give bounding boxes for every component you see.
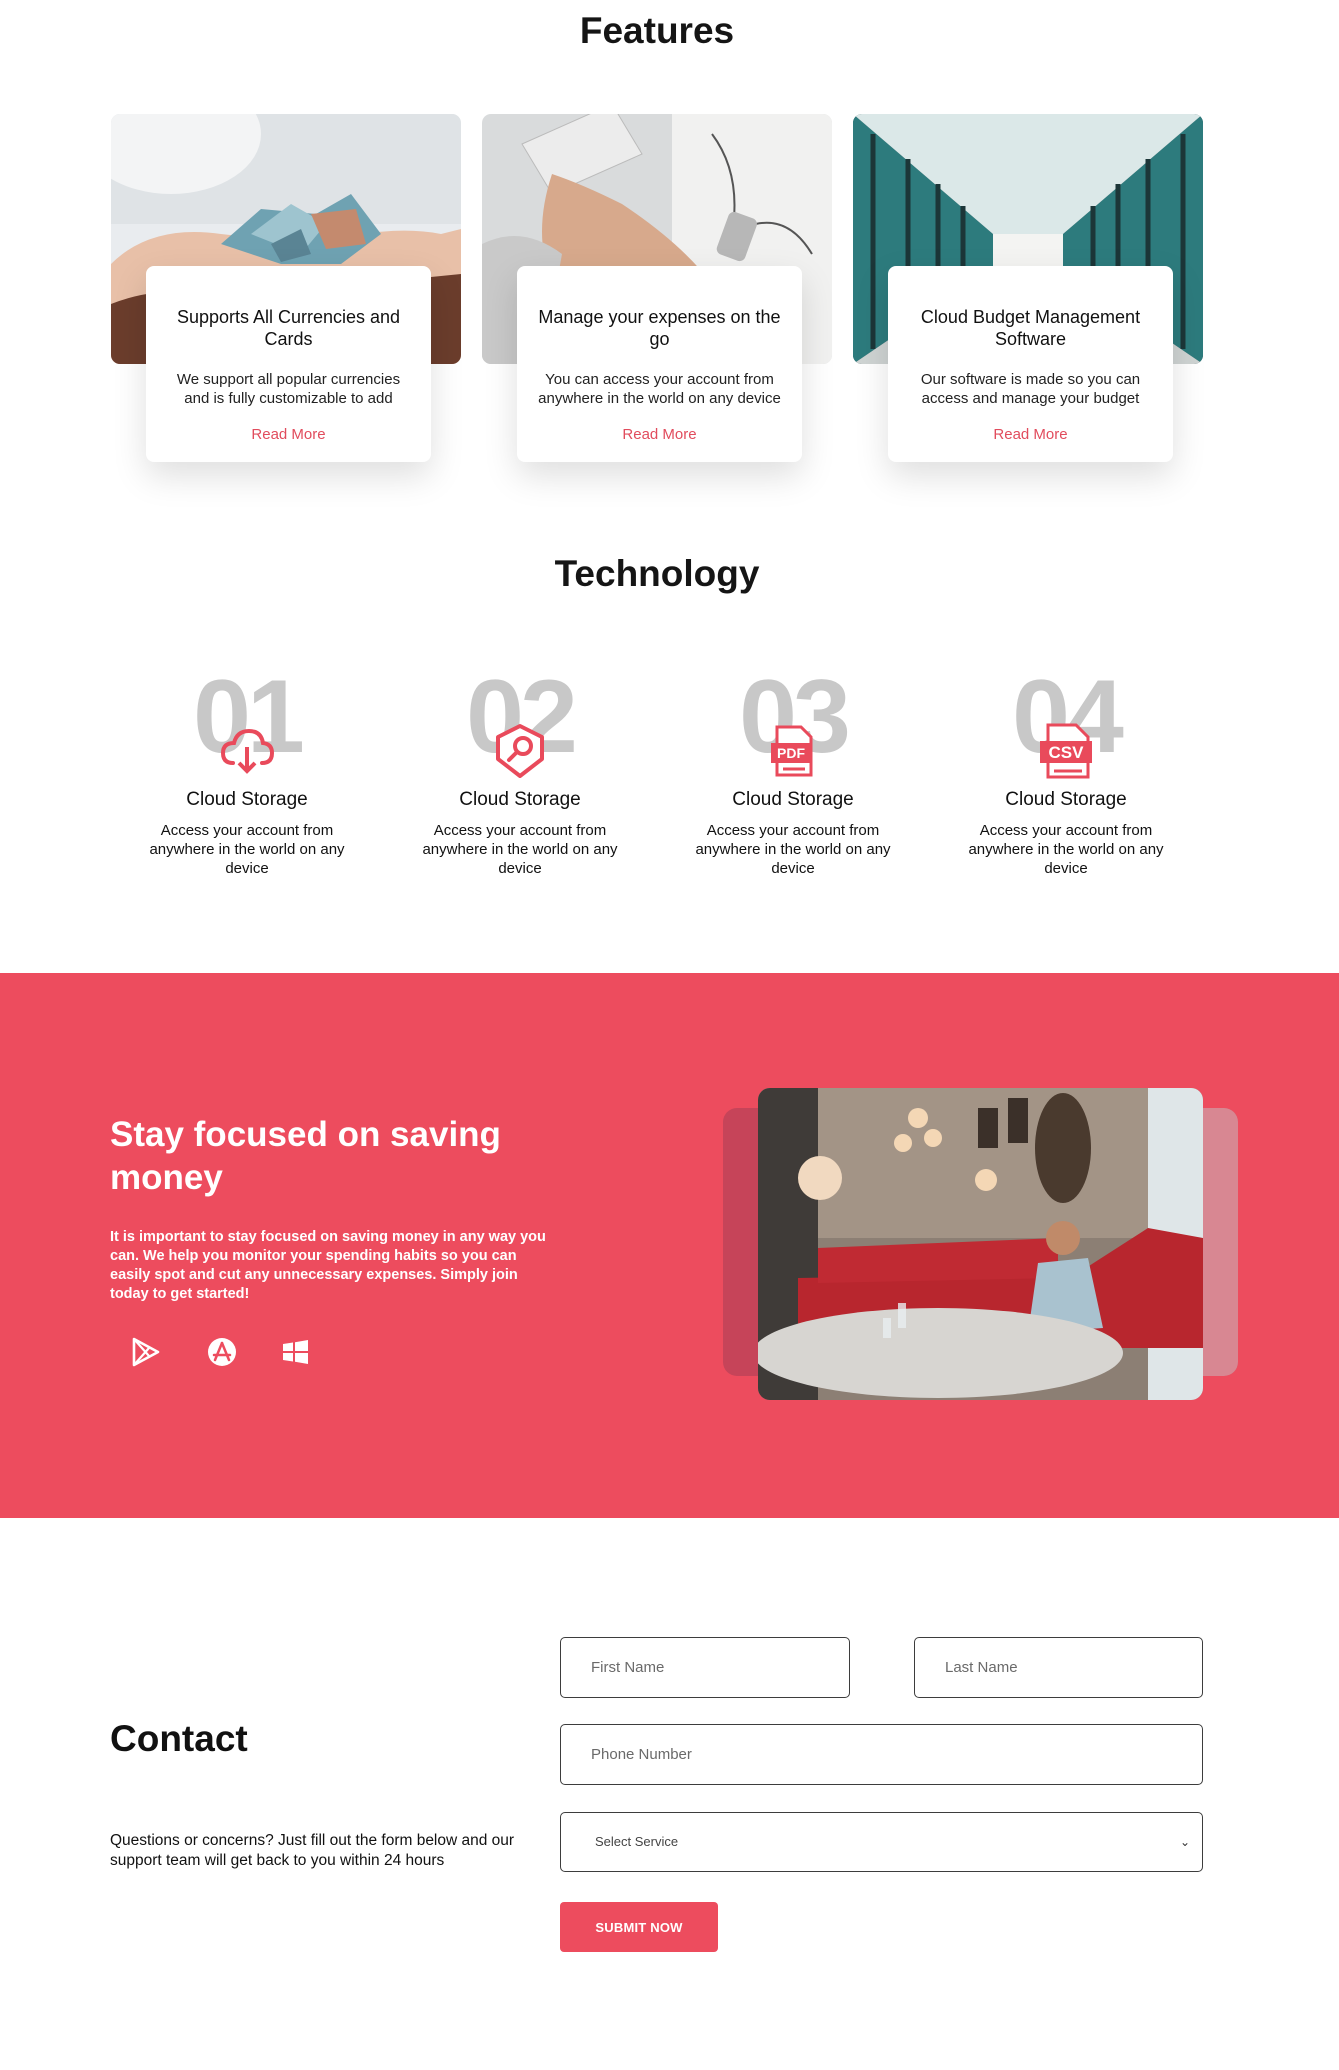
promo-section: Stay focused on saving money It is impor… <box>0 973 1339 1518</box>
first-name-field[interactable] <box>560 1637 850 1698</box>
feature-card-currencies: Supports All Currencies and Cards We sup… <box>146 266 431 462</box>
service-select-value: Select Service <box>595 1834 679 1849</box>
tech-desc: Access your account from anywhere in the… <box>149 822 345 877</box>
phone-number-field[interactable] <box>560 1724 1203 1785</box>
contact-desc: Questions or concerns? Just fill out the… <box>110 1832 515 1869</box>
tech-item-02: 02 Cloud Storage Access your account fro… <box>385 665 655 878</box>
csv-file-icon: CSV <box>1038 723 1094 779</box>
promo-title: Stay focused on saving money <box>110 1115 501 1197</box>
service-select[interactable]: Select Service ⌄ <box>560 1812 1203 1872</box>
tech-desc: Access your account from anywhere in the… <box>968 822 1164 877</box>
shield-search-icon <box>492 723 548 779</box>
feature-card-expenses: Manage your expenses on the go You can a… <box>517 266 802 462</box>
contact-title: Contact <box>110 1718 248 1759</box>
chevron-down-icon: ⌄ <box>1179 1835 1190 1849</box>
tech-desc: Access your account from anywhere in the… <box>695 822 891 877</box>
feature-card-desc: You can access your account from anywher… <box>538 371 781 407</box>
tech-title: Cloud Storage <box>1005 789 1127 810</box>
tech-title: Cloud Storage <box>459 789 581 810</box>
pdf-icon-label: PDF <box>777 745 805 761</box>
tech-title: Cloud Storage <box>186 789 308 810</box>
tech-desc: Access your account from anywhere in the… <box>422 822 618 877</box>
app-store-icon[interactable] <box>206 1336 238 1368</box>
read-more-link[interactable]: Read More <box>622 426 696 443</box>
windows-icon[interactable] <box>280 1336 312 1368</box>
feature-card-desc: Our software is made so you can access a… <box>920 371 1141 407</box>
tech-item-01: 01 Cloud Storage Access your account fro… <box>112 665 382 878</box>
last-name-field[interactable] <box>914 1637 1203 1698</box>
feature-card-title: Supports All Currencies and Cards <box>176 307 401 349</box>
read-more-link[interactable]: Read More <box>251 426 325 443</box>
tech-item-03: 03 PDF Cloud Storage Access your account… <box>658 665 928 878</box>
csv-icon-label: CSV <box>1049 743 1085 762</box>
read-more-link[interactable]: Read More <box>993 426 1067 443</box>
feature-card-title: Cloud Budget Management Software <box>920 307 1141 349</box>
restaurant-photo <box>758 1088 1203 1400</box>
pdf-file-icon: PDF <box>765 723 821 779</box>
feature-card-cloud-budget: Cloud Budget Management Software Our sof… <box>888 266 1173 462</box>
submit-button[interactable]: SUBMIT NOW <box>560 1902 718 1952</box>
features-title: Features <box>579 10 735 51</box>
cloud-download-icon <box>219 723 275 779</box>
feature-card-desc: We support all popular currencies and is… <box>176 371 401 407</box>
technology-title: Technology <box>554 553 760 594</box>
promo-desc: It is important to stay focused on savin… <box>110 1229 546 1302</box>
tech-title: Cloud Storage <box>732 789 854 810</box>
feature-card-title: Manage your expenses on the go <box>538 307 781 349</box>
google-play-icon[interactable] <box>130 1336 162 1368</box>
tech-item-04: 04 CSV Cloud Storage Access your account… <box>931 665 1201 878</box>
